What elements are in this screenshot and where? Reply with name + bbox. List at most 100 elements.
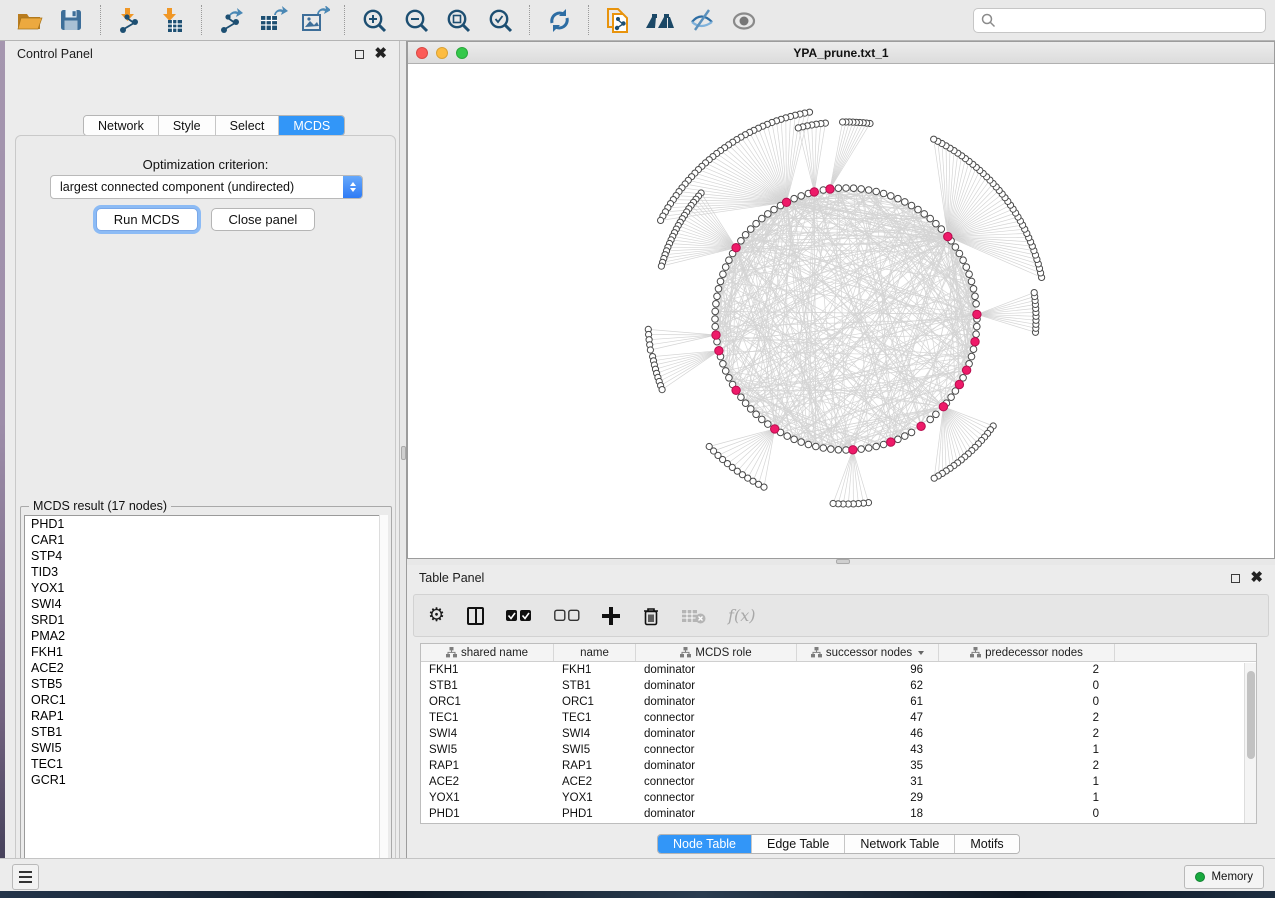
zoom-selected-icon [487,7,514,34]
refresh-button[interactable] [542,3,576,37]
table-body: FKH1FKH1dominator962STB1STB1dominator620… [421,662,1256,822]
tab-motifs[interactable]: Motifs [955,835,1018,853]
show-all-button[interactable] [727,3,761,37]
tab-select[interactable]: Select [216,116,280,135]
mcds-result-item[interactable]: SRD1 [25,612,387,628]
table-row[interactable]: YOX1YOX1connector291 [421,790,1256,806]
table-options-gear-icon[interactable]: ⚙ [428,603,445,629]
zoom-selected-button[interactable] [483,3,517,37]
column-header-predecessor-nodes[interactable]: predecessor nodes [939,644,1115,661]
import-network-button[interactable] [113,3,147,37]
mcds-result-item[interactable]: STB1 [25,724,387,740]
table-cell: dominator [636,678,797,694]
table-row[interactable]: PHD1PHD1dominator180 [421,806,1256,822]
close-window-icon[interactable] [416,47,428,59]
column-header-MCDS-role[interactable]: MCDS role [636,644,797,661]
tab-network[interactable]: Network [84,116,159,135]
first-neighbors-button[interactable] [643,3,677,37]
mcds-result-list[interactable]: PHD1CAR1STP4TID3YOX1SWI4SRD1PMA2FKH1ACE2… [24,515,388,874]
network-canvas[interactable] [408,64,1274,558]
mcds-result-item[interactable]: TID3 [25,564,387,580]
vertical-splitter[interactable] [400,41,407,858]
zoom-in-button[interactable] [357,3,391,37]
table-row[interactable]: STB1STB1dominator620 [421,678,1256,694]
delete-trash-icon[interactable] [642,603,660,629]
table-row[interactable]: ACE2ACE2connector311 [421,774,1256,790]
table-row[interactable]: RAP1RAP1dominator352 [421,758,1256,774]
hide-selected-button[interactable] [685,3,719,37]
tab-style[interactable]: Style [159,116,216,135]
tab-mcds[interactable]: MCDS [279,116,344,135]
save-session-button[interactable] [54,3,88,37]
mcds-result-item[interactable]: PMA2 [25,628,387,644]
close-panel-icon[interactable]: ✖ [374,49,387,59]
table-cell: YOX1 [421,790,554,806]
show-columns-icon[interactable] [467,603,484,629]
table-scrollbar[interactable] [1244,663,1256,824]
splitter-handle[interactable] [401,446,406,460]
mcds-result-item[interactable]: TEC1 [25,756,387,772]
float-panel-icon[interactable] [1231,574,1240,583]
table-row[interactable]: SWI4SWI4dominator462 [421,726,1256,742]
splitter-handle[interactable] [836,559,850,564]
show-panels-list-button[interactable] [12,864,39,890]
mcds-result-item[interactable]: YOX1 [25,580,387,596]
tab-node-table[interactable]: Node Table [658,835,752,853]
add-column-plus-icon[interactable] [602,603,620,629]
mcds-result-item[interactable]: STP4 [25,548,387,564]
maximize-window-icon[interactable] [456,47,468,59]
network-window-titlebar[interactable]: YPA_prune.txt_1 [408,42,1274,64]
scrollbar-thumb[interactable] [1247,671,1255,759]
mcds-result-item[interactable]: SWI4 [25,596,387,612]
export-image-button[interactable] [298,3,332,37]
mcds-result-item[interactable]: ACE2 [25,660,387,676]
table-row[interactable]: ORC1ORC1dominator610 [421,694,1256,710]
desktop-wallpaper-bottom [0,891,1275,898]
mcds-result-item[interactable]: ORC1 [25,692,387,708]
column-header-successor-nodes[interactable]: successor nodes [797,644,939,661]
optimization-criterion-label: Optimization criterion: [16,157,395,172]
optimization-criterion-select[interactable]: largest connected component (undirected) [50,175,363,199]
table-row[interactable]: FKH1FKH1dominator962 [421,662,1256,678]
column-header-name[interactable]: name [554,644,636,661]
mcds-result-item[interactable]: FKH1 [25,644,387,660]
mcds-result-item[interactable]: PHD1 [25,516,387,532]
export-table-button[interactable] [256,3,290,37]
import-network-icon [116,6,144,34]
table-cell: 61 [797,694,939,710]
zoom-fit-button[interactable] [441,3,475,37]
export-network-icon [217,6,245,34]
column-header-shared-name[interactable]: shared name [421,644,554,661]
clone-network-button[interactable] [601,3,635,37]
search-field[interactable] [973,8,1266,33]
table-cell: dominator [636,758,797,774]
memory-button[interactable]: Memory [1184,865,1264,889]
open-file-button[interactable] [12,3,46,37]
mcds-result-item[interactable]: STB5 [25,676,387,692]
close-panel-icon[interactable]: ✖ [1250,573,1263,583]
network-graph[interactable] [408,64,1274,558]
mcds-result-item[interactable]: CAR1 [25,532,387,548]
deselect-all-icon[interactable] [554,603,580,629]
close-panel-button[interactable]: Close panel [211,208,316,231]
search-input[interactable] [1001,11,1265,31]
table-row[interactable]: TEC1TEC1connector472 [421,710,1256,726]
tab-network-table[interactable]: Network Table [845,835,955,853]
zoom-out-button[interactable] [399,3,433,37]
mcds-result-item[interactable]: RAP1 [25,708,387,724]
network-title: YPA_prune.txt_1 [793,46,888,60]
mcds-result-item[interactable]: GCR1 [25,772,387,788]
export-network-button[interactable] [214,3,248,37]
table-cell: SWI4 [421,726,554,742]
float-panel-icon[interactable] [355,50,364,59]
minimize-window-icon[interactable] [436,47,448,59]
refresh-icon [546,7,573,34]
select-all-icon[interactable] [506,603,532,629]
table-row[interactable]: SWI5SWI5connector431 [421,742,1256,758]
mcds-result-item[interactable]: SWI5 [25,740,387,756]
mcds-list-scrollbar[interactable] [379,515,388,874]
table-cell: 62 [797,678,939,694]
tab-edge-table[interactable]: Edge Table [752,835,845,853]
import-table-button[interactable] [155,3,189,37]
run-mcds-button[interactable]: Run MCDS [96,208,198,231]
